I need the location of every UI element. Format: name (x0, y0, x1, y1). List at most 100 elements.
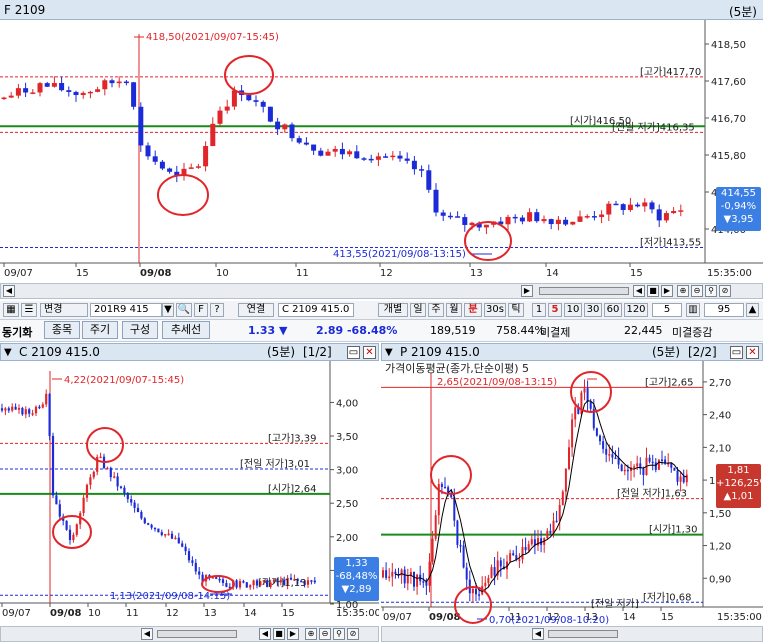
close-icon[interactable]: ✕ (363, 346, 376, 359)
interval-1[interactable]: 1 (532, 303, 546, 317)
candle-body (95, 89, 101, 92)
interval-60[interactable]: 60 (604, 303, 622, 317)
left-zoom-out-icon[interactable]: ⊖ (319, 628, 331, 640)
count2-spin-icon[interactable]: ▲ (746, 303, 759, 317)
item-select-dropdown[interactable]: 변경 (40, 303, 88, 317)
candle-body (484, 582, 487, 586)
right-annotation-low: 0,70(2021/09/08-10:20) (489, 615, 609, 625)
right-close-icon[interactable]: ✕ (746, 346, 759, 359)
candle-body (394, 571, 397, 574)
left-stop-icon[interactable]: ■ (273, 628, 285, 640)
chart-type-icon[interactable]: ▥ (686, 303, 700, 317)
code-input[interactable]: 201R9 415 (90, 303, 162, 317)
code-dropdown-icon[interactable]: ▼ (162, 303, 174, 317)
left-scroll-thumb[interactable] (157, 630, 237, 638)
period-individual[interactable]: 개별 (378, 303, 408, 317)
left-chart[interactable]: 4,003,503,002,502,001,501,0009/0709/0810… (0, 361, 379, 625)
x-tick-label: 11 (126, 608, 139, 619)
candle-body (153, 527, 157, 530)
count-input[interactable]: 5 (652, 303, 682, 317)
reset-zoom-icon[interactable]: ⊘ (719, 285, 731, 297)
right-scrollbar[interactable]: ◀ (381, 626, 763, 642)
settings-icon[interactable]: ☰ (21, 303, 37, 317)
period-tick[interactable]: 틱 (508, 303, 524, 317)
period-30s[interactable]: 30s (484, 303, 506, 317)
x-tick-label: 13 (204, 608, 217, 619)
candle-body (15, 88, 21, 96)
layout-icon[interactable]: ▦ (3, 303, 19, 317)
candle-body (195, 166, 201, 168)
candle-body (459, 544, 462, 547)
scroll-left-icon[interactable]: ◀ (3, 285, 15, 297)
candle-body (411, 160, 417, 170)
restore-icon[interactable]: ▭ (347, 346, 360, 359)
candle-body (428, 561, 431, 586)
left-reset-icon[interactable]: ⊘ (347, 628, 359, 640)
zoom-in-icon[interactable]: ⊕ (677, 285, 689, 297)
left-prevlow-line-label: [전일 저가]3,01 (240, 458, 310, 470)
tab-item[interactable]: 종목 (44, 321, 80, 339)
candle-body (382, 570, 384, 578)
right-panel-title: P 2109 415.0 (400, 345, 480, 359)
next-code-icon[interactable]: ? (210, 303, 224, 317)
right-annotation-high: 2,65(2021/09/08-13:15) (437, 377, 557, 388)
left-zoom-in-icon[interactable]: ⊕ (305, 628, 317, 640)
tab-trendline[interactable]: 추세선 (162, 321, 210, 339)
candle-body (58, 504, 61, 517)
code2-input[interactable]: C 2109 415.0 (278, 303, 354, 317)
x-tick-label: 14 (623, 612, 636, 623)
candle-body (469, 222, 475, 225)
candle-body (433, 189, 439, 213)
left-scrollbar[interactable]: ◀ ◀ ■ ▶ ⊕ ⊖ ⚲ ⊘ (0, 626, 379, 642)
period-month[interactable]: 월 (446, 303, 462, 317)
candle-body (267, 106, 273, 122)
zoom-out-icon[interactable]: ⊖ (691, 285, 703, 297)
stop-icon[interactable]: ■ (647, 285, 659, 297)
period-week[interactable]: 주 (428, 303, 444, 317)
candle-body (478, 594, 481, 596)
expand-icon[interactable]: ▼ (4, 345, 12, 361)
candle-body (651, 461, 654, 464)
search-code-icon[interactable]: 🔍 (176, 303, 192, 317)
period-day[interactable]: 일 (410, 303, 426, 317)
x-tick-label: 12 (380, 268, 393, 279)
scroll-thumb[interactable] (539, 287, 629, 295)
candle-body (397, 155, 403, 159)
right-chart[interactable]: 2,702,402,101,801,501,200,9009/0709/0811… (381, 361, 763, 625)
candle-body (145, 145, 151, 157)
left-scroll-end-icon[interactable]: ▶ (287, 628, 299, 640)
scroll-right-icon[interactable]: ▶ (521, 285, 533, 297)
candle-body (109, 467, 112, 478)
candle-body (303, 142, 309, 145)
link-button[interactable]: 연결 (238, 303, 274, 317)
right-scroll-left-icon[interactable]: ◀ (532, 628, 544, 640)
left-scroll-start-icon[interactable]: ◀ (259, 628, 271, 640)
candle-body (194, 562, 197, 572)
right-expand-icon[interactable]: ▼ (385, 345, 393, 361)
right-restore-icon[interactable]: ▭ (730, 346, 743, 359)
x-tick-label: 09/08 (429, 612, 461, 623)
top-scrollbar[interactable]: ◀ ▶ ◀ ■ ▶ ⊕ ⊖ ⚲ ⊘ (0, 283, 763, 299)
tab-period[interactable]: 주기 (82, 321, 118, 339)
scroll-start-icon[interactable]: ◀ (633, 285, 645, 297)
left-search-icon[interactable]: ⚲ (333, 628, 345, 640)
interval-120[interactable]: 120 (624, 303, 648, 317)
y-tick-label: 417,60 (711, 77, 746, 88)
scroll-end-icon[interactable]: ▶ (661, 285, 673, 297)
count2-input[interactable]: 95 (704, 303, 744, 317)
left-price-chg: ▼2,89 (341, 584, 372, 595)
top-chart[interactable]: 418,50417,60416,70415,80414,90414,0009/0… (0, 20, 763, 282)
right-scroll-thumb[interactable] (548, 630, 618, 638)
search-icon[interactable]: ⚲ (705, 285, 717, 297)
interval-10[interactable]: 10 (564, 303, 582, 317)
interval-30[interactable]: 30 (584, 303, 602, 317)
candle-body (157, 528, 160, 533)
candle-body (231, 90, 237, 107)
left-scroll-left-icon[interactable]: ◀ (141, 628, 153, 640)
tab-layout[interactable]: 구성 (122, 321, 158, 339)
interval-5[interactable]: 5 (548, 303, 562, 317)
x-tick-label: 10 (88, 608, 101, 619)
period-minute[interactable]: 분 (464, 303, 482, 317)
prev-code-icon[interactable]: F (194, 303, 208, 317)
candle-body (577, 216, 583, 222)
